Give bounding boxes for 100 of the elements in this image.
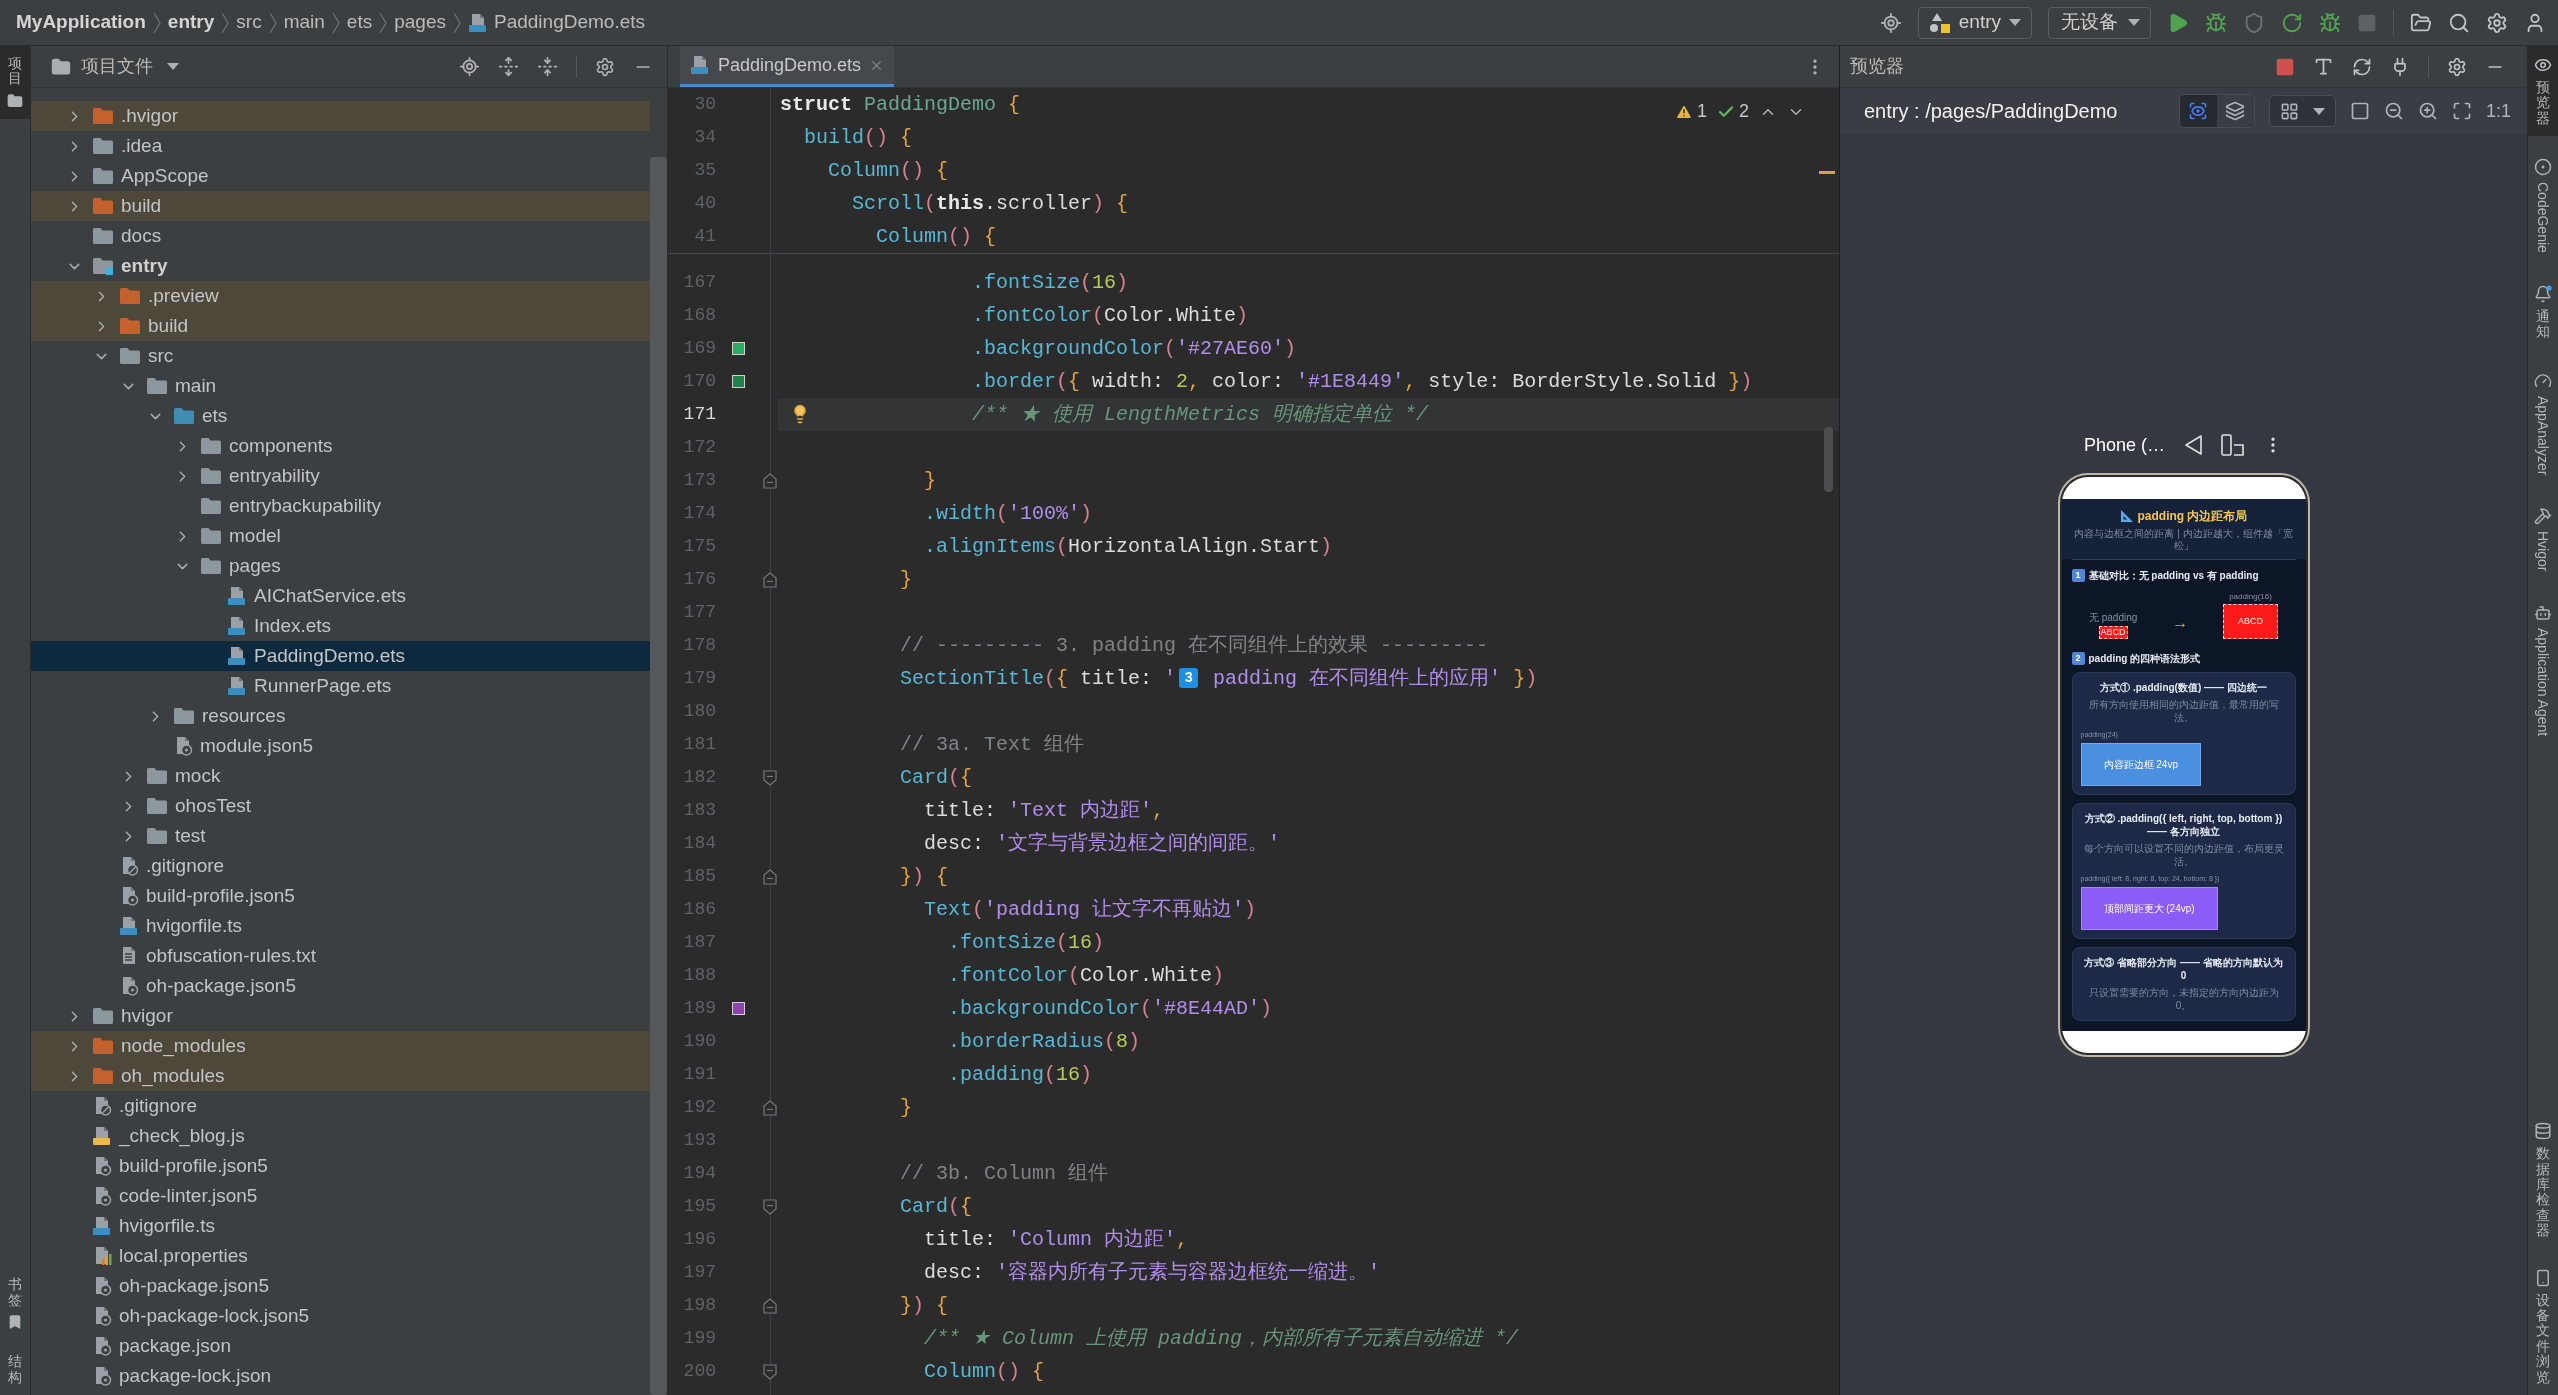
tree-item[interactable]: ets	[31, 401, 650, 431]
tree-item[interactable]: ohosTest	[31, 791, 650, 821]
tree-item[interactable]: main	[31, 371, 650, 401]
tree-item[interactable]: resources	[31, 701, 650, 731]
tree-item[interactable]: code-linter.json5	[31, 1181, 650, 1211]
tree-item[interactable]: .gitignore	[31, 851, 650, 881]
warning-count[interactable]: 1	[1696, 98, 1707, 125]
tree-item[interactable]: oh-package-lock.json5	[31, 1301, 650, 1331]
tree-item[interactable]: RunnerPage.ets	[31, 671, 650, 701]
refresh-icon[interactable]	[2281, 11, 2303, 34]
components-dropdown[interactable]	[2268, 95, 2336, 127]
color-swatch-icon[interactable]	[731, 1002, 745, 1015]
actual-size-button[interactable]: 1:1	[2485, 97, 2511, 125]
tree-item[interactable]: oh-package.json5	[31, 971, 650, 1001]
tree-item[interactable]: package.json	[31, 1331, 650, 1361]
tree-item[interactable]: _check_blog.js	[31, 1121, 650, 1151]
fold-marker-icon[interactable]	[763, 1099, 777, 1116]
tree-item[interactable]: .gitignore	[31, 1091, 650, 1121]
tree-item[interactable]: hvigorfile.ts	[31, 1211, 650, 1241]
tool-window-tab[interactable]: 项目	[0, 46, 30, 119]
frame-icon[interactable]	[2349, 101, 2370, 121]
tool-window-tab[interactable]: Hvigor	[2528, 497, 2558, 582]
tree-item[interactable]: oh_modules	[31, 1061, 650, 1091]
scrollbar-thumb[interactable]	[650, 157, 667, 1395]
tree-item[interactable]: module.json5	[31, 731, 650, 761]
tree-item[interactable]: src	[31, 341, 650, 371]
tool-window-tab[interactable]: 预览器	[2528, 46, 2558, 137]
tool-window-tab[interactable]: 结构	[0, 1344, 30, 1395]
tree-item[interactable]: AppScope	[31, 161, 650, 191]
view-mode-button[interactable]	[2216, 95, 2254, 127]
sync-icon[interactable]	[2352, 56, 2372, 77]
tool-window-tab[interactable]: AppAnalyzer	[2528, 361, 2558, 486]
tool-window-tab[interactable]: 书签	[0, 1267, 30, 1341]
breadcrumb-item[interactable]: pages	[394, 8, 446, 37]
passed-count[interactable]: 2	[1739, 98, 1749, 125]
settings-icon[interactable]	[595, 56, 615, 77]
tree-item[interactable]: package-lock.json	[31, 1361, 650, 1391]
scrollbar-thumb[interactable]	[1824, 427, 1833, 492]
tree-item[interactable]: .preview	[31, 281, 650, 311]
run-config-dropdown[interactable]: entry	[1917, 6, 2032, 39]
tree-item[interactable]: entrybackupability	[31, 491, 650, 521]
tree-item[interactable]: entry	[31, 251, 650, 281]
settings-icon[interactable]	[2486, 11, 2508, 34]
devices-icon[interactable]	[2221, 434, 2245, 457]
breadcrumb-item[interactable]: ets	[346, 8, 373, 37]
locate-icon[interactable]	[459, 56, 480, 77]
color-swatch-icon[interactable]	[731, 342, 745, 355]
tree-item[interactable]: test	[31, 821, 650, 851]
stop-icon[interactable]	[2275, 56, 2295, 77]
target-icon[interactable]	[1879, 11, 1902, 34]
search-icon[interactable]	[2448, 11, 2470, 34]
tool-window-tab[interactable]: 数据库检查器	[2528, 1112, 2558, 1249]
tree-item[interactable]: hvigor	[31, 1001, 650, 1031]
device-selector[interactable]: Phone (…	[2083, 431, 2165, 459]
tree-item[interactable]: PaddingDemo.ets	[31, 641, 650, 671]
tree-item[interactable]: build	[31, 191, 650, 221]
fold-marker-icon[interactable]	[763, 1198, 777, 1215]
text-size-icon[interactable]	[2313, 56, 2334, 77]
tree-item[interactable]: obfuscation-rules.txt	[31, 941, 650, 971]
fold-marker-icon[interactable]	[763, 769, 777, 786]
tree-item[interactable]: .hvigor	[31, 101, 650, 131]
breadcrumb-item[interactable]: MyApplication	[16, 8, 146, 37]
view-mode-button[interactable]	[2179, 95, 2217, 127]
fit-screen-icon[interactable]	[2451, 101, 2472, 121]
fold-marker-icon[interactable]	[763, 868, 777, 885]
settings-icon[interactable]	[2447, 56, 2467, 77]
fold-marker-icon[interactable]	[763, 1297, 777, 1314]
bug-icon[interactable]	[2319, 11, 2341, 34]
breadcrumb-item[interactable]: PaddingDemo.ets	[467, 8, 645, 37]
tool-window-tab[interactable]: 通知	[2528, 275, 2558, 350]
device-dropdown[interactable]: 无设备	[2048, 6, 2151, 39]
tree-item[interactable]: pages	[31, 551, 650, 581]
breadcrumb-item[interactable]: main	[283, 8, 325, 37]
tree-item[interactable]: Index.ets	[31, 611, 650, 641]
tree-item[interactable]: entryability	[31, 461, 650, 491]
fold-marker-icon[interactable]	[763, 472, 777, 489]
tree-item[interactable]: hvigorfile.ts	[31, 911, 650, 941]
tree-item[interactable]: build-profile.json5	[31, 1151, 650, 1181]
zoom-out-icon[interactable]	[2383, 101, 2404, 121]
breadcrumb-item[interactable]: src	[236, 8, 262, 37]
tool-window-tab[interactable]: Application Agent	[2528, 593, 2558, 746]
tree-item[interactable]: mock	[31, 761, 650, 791]
triangle-left-icon[interactable]	[2183, 434, 2203, 457]
tree-item[interactable]: docs	[31, 221, 650, 251]
color-swatch-icon[interactable]	[731, 375, 745, 388]
tree-item[interactable]: build-profile.json5	[31, 881, 650, 911]
tree-item[interactable]: local.properties	[31, 1241, 650, 1271]
fold-marker-icon[interactable]	[763, 1363, 777, 1380]
fold-marker-icon[interactable]	[763, 571, 777, 588]
tree-item[interactable]: .idea	[31, 131, 650, 161]
tree-item[interactable]: oh-package.json5	[31, 1271, 650, 1301]
tree-item[interactable]: components	[31, 431, 650, 461]
breadcrumb-item[interactable]: entry	[167, 8, 215, 37]
zoom-in-icon[interactable]	[2417, 101, 2438, 121]
editor-tab[interactable]: PaddingDemo.ets	[680, 46, 895, 87]
tree-item[interactable]: build	[31, 311, 650, 341]
tool-window-tab[interactable]: 设备文件浏览	[2528, 1258, 2558, 1395]
expand-all-icon[interactable]	[498, 56, 519, 77]
bug-icon[interactable]	[2205, 11, 2227, 34]
folder-icon[interactable]	[2410, 11, 2432, 34]
